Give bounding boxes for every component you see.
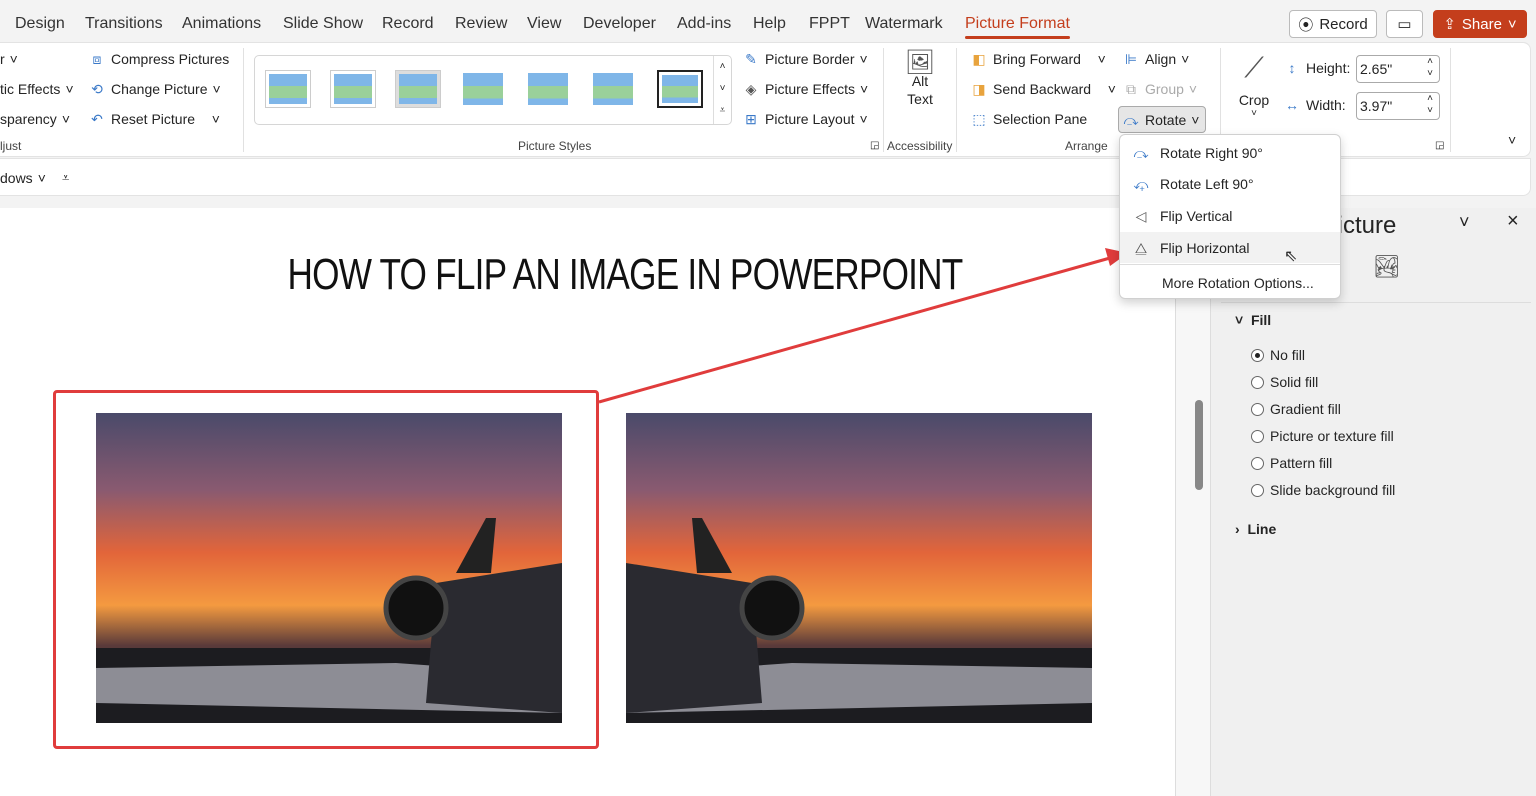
flip-horizontal-icon: ⧋ bbox=[1134, 239, 1148, 256]
close-icon[interactable]: × bbox=[1507, 210, 1519, 233]
rotate-left-icon: ⤽ bbox=[1133, 175, 1149, 192]
pane-options-icon[interactable]: ˅ bbox=[1459, 212, 1470, 233]
gradient-fill-radio[interactable]: Gradient fill bbox=[1251, 401, 1341, 417]
solid-fill-radio[interactable]: Solid fill bbox=[1251, 374, 1318, 390]
slide-background-fill-radio[interactable]: Slide background fill bbox=[1251, 482, 1395, 498]
flip-vertical-icon: ◁ bbox=[1135, 207, 1147, 224]
mouse-cursor-icon: ⇖ bbox=[1284, 248, 1298, 265]
menu-item-more-rotation-options[interactable]: More Rotation Options... bbox=[1120, 267, 1340, 298]
pattern-fill-radio[interactable]: Pattern fill bbox=[1251, 455, 1332, 471]
no-fill-radio[interactable]: No fill bbox=[1251, 347, 1305, 363]
picture-texture-fill-radio[interactable]: Picture or texture fill bbox=[1251, 428, 1394, 444]
menu-item-flip-horizontal[interactable]: ⧋ Flip Horizontal bbox=[1120, 232, 1340, 263]
rotate-right-icon: ⤼ bbox=[1133, 144, 1149, 161]
line-section-header[interactable]: › Line bbox=[1235, 521, 1276, 537]
rotate-dropdown-menu: ⤼ Rotate Right 90° ⤽ Rotate Left 90° ◁ Flip… bbox=[1119, 134, 1341, 299]
menu-item-flip-vertical[interactable]: ◁ Flip Vertical bbox=[1120, 200, 1340, 231]
menu-item-rotate-right[interactable]: ⤼ Rotate Right 90° bbox=[1120, 137, 1340, 168]
picture-icon[interactable]: 🏞 bbox=[1373, 254, 1401, 280]
scrollbar-thumb[interactable] bbox=[1195, 400, 1203, 490]
fill-section-header[interactable]: ˅ Fill bbox=[1235, 312, 1271, 328]
menu-item-rotate-left[interactable]: ⤽ Rotate Left 90° bbox=[1120, 168, 1340, 199]
